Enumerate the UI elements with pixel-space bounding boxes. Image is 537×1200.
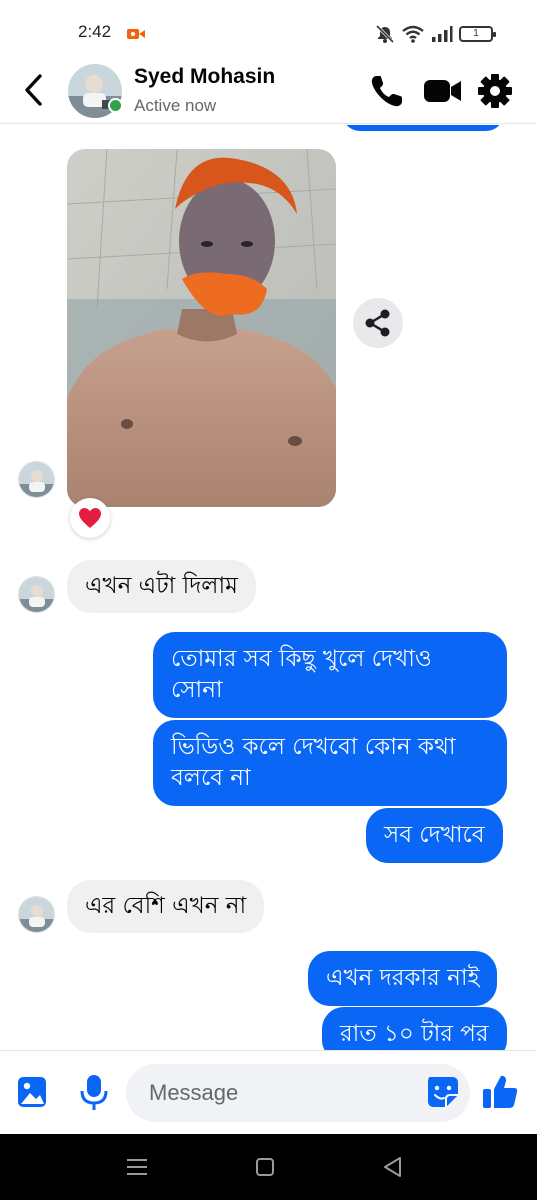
signal-icon [432, 26, 453, 42]
message-thread[interactable]: এখন এটা দিলাম তোমার সব কিছু খুলে দেখাও স… [0, 125, 537, 1050]
phone-icon[interactable] [368, 72, 406, 110]
share-button[interactable] [353, 298, 403, 348]
sender-avatar[interactable] [18, 461, 55, 498]
wifi-icon [402, 25, 424, 43]
received-photo[interactable] [67, 149, 336, 507]
message-composer [0, 1050, 537, 1134]
sender-avatar[interactable] [18, 896, 55, 933]
message-bubble-outgoing[interactable]: রাত ১০ টার পর [322, 1007, 507, 1050]
message-bubble-outgoing[interactable]: ভিডিও কলে দেখবো কোন কথা বলবে না [153, 720, 507, 806]
active-status: Active now [134, 96, 217, 115]
sticker-icon[interactable] [422, 1071, 464, 1113]
message-bubble-outgoing-partial[interactable] [342, 125, 504, 131]
gear-icon[interactable] [476, 72, 514, 110]
message-bubble-outgoing[interactable]: সব দেখাবে [366, 808, 503, 863]
message-bubble-incoming[interactable]: এর বেশি এখন না [67, 880, 265, 933]
status-bar: 2:42 1 [0, 0, 537, 60]
reaction-heart-icon[interactable] [70, 498, 110, 538]
online-indicator [108, 98, 123, 113]
message-bubble-outgoing[interactable]: তোমার সব কিছু খুলে দেখাও সোনা [153, 632, 507, 718]
status-time: 2:42 [78, 22, 112, 41]
message-bubble-outgoing[interactable]: এখন দরকার নাই [308, 951, 498, 1006]
message-input[interactable] [126, 1064, 470, 1122]
status-indicators: 1 [375, 24, 496, 44]
battery-indicator: 1 [459, 26, 496, 42]
chevron-left-icon[interactable] [20, 72, 48, 108]
message-bubble-incoming[interactable]: এখন এটা দিলাম [67, 560, 256, 613]
share-icon [365, 309, 390, 337]
home-icon[interactable] [250, 1154, 280, 1180]
mute-bell-icon [375, 24, 395, 44]
back-icon[interactable] [378, 1154, 408, 1180]
sender-avatar[interactable] [18, 576, 55, 613]
conversation-header: Syed Mohasin Active now [0, 60, 537, 124]
contact-name[interactable]: Syed Mohasin [134, 65, 275, 89]
system-navigation-bar [0, 1134, 537, 1200]
thumbs-up-icon[interactable] [480, 1071, 520, 1113]
image-icon[interactable] [13, 1071, 53, 1113]
screen-record-icon [127, 29, 145, 39]
menu-icon[interactable] [122, 1154, 152, 1180]
video-camera-icon[interactable] [423, 72, 463, 110]
microphone-icon[interactable] [74, 1071, 114, 1113]
